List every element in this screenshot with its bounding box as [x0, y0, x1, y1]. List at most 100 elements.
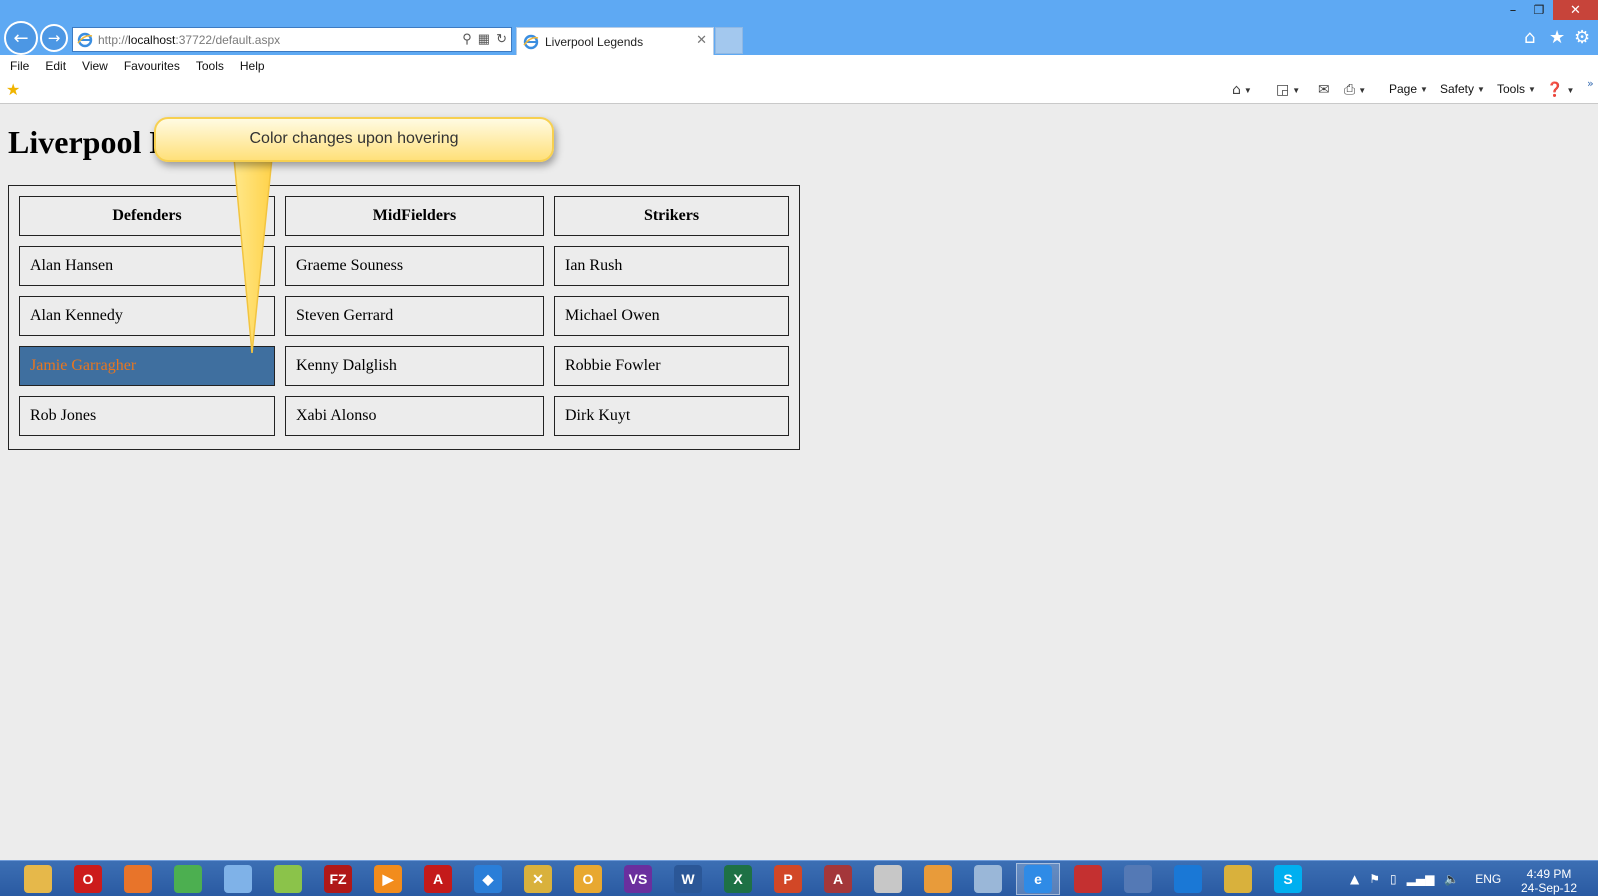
taskbar-app-paint[interactable]: [216, 863, 260, 895]
page-menu-label: Page: [1389, 82, 1418, 96]
clock-date: 24-Sep-12: [1520, 881, 1578, 895]
chevron-down-icon: ▼: [1477, 84, 1485, 94]
taskbar-app-palette[interactable]: [916, 863, 960, 895]
taskbar-app-filezilla[interactable]: FZ: [316, 863, 360, 895]
taskbar-app-adobe-reader[interactable]: A: [416, 863, 460, 895]
page-title: Liverpool Legends: [8, 124, 158, 160]
menu-view[interactable]: View: [82, 59, 108, 73]
media-player-icon: ▶: [374, 865, 402, 893]
page-menu[interactable]: Page ▼: [1389, 82, 1428, 96]
ie-page-icon: [77, 32, 93, 47]
language-indicator[interactable]: ENG: [1475, 872, 1501, 886]
taskbar-app-visual-studio[interactable]: VS: [616, 863, 660, 895]
show-hidden-icons-icon[interactable]: ▲: [1350, 872, 1359, 886]
device-icon[interactable]: ▯: [1390, 872, 1397, 886]
taskbar-app-snipping[interactable]: [1066, 863, 1110, 895]
taskbar-app-sketch-tool[interactable]: [266, 863, 310, 895]
adobe-reader-icon: A: [424, 865, 452, 893]
settings-gear-icon[interactable]: ⚙: [1574, 27, 1590, 48]
palette-icon: [924, 865, 952, 893]
table-cell[interactable]: Michael Owen: [554, 296, 789, 336]
taskbar-app-access[interactable]: A: [816, 863, 860, 895]
clock-time: 4:49 PM: [1526, 867, 1572, 881]
forward-arrow-icon: →: [47, 29, 61, 47]
table-cell[interactable]: Robbie Fowler: [554, 346, 789, 386]
taskbar-app-skype[interactable]: S: [1266, 863, 1310, 895]
read-mail-button[interactable]: ✉: [1318, 82, 1330, 98]
add-to-favorites-bar-icon[interactable]: ★: [6, 80, 20, 99]
menu-tools[interactable]: Tools: [196, 59, 224, 73]
chevron-down-icon: ▼: [1358, 85, 1367, 95]
players-table: Defenders MidFielders Strikers Alan Hans…: [8, 185, 800, 450]
tab-title: Liverpool Legends: [545, 34, 644, 49]
taskbar: O FZ ▶ A ◆ ✕ O VS W X P Ae S ▲ ⚑ ▯ ▂▄▆ 🔈 ENG 4:49 PM…: [0, 860, 1598, 896]
printer-icon: ⎙: [1344, 82, 1356, 98]
home-icon[interactable]: ⌂: [1524, 27, 1535, 48]
tab-liverpool-legends[interactable]: Liverpool Legends ✕: [516, 27, 714, 55]
table-cell[interactable]: Ian Rush: [554, 246, 789, 286]
system-tray: ▲ ⚑ ▯ ▂▄▆ 🔈 ENG: [1350, 861, 1501, 896]
taskbar-app-internet-explorer[interactable]: e: [1016, 863, 1060, 895]
table-cell[interactable]: Dirk Kuyt: [554, 396, 789, 436]
tools-menu[interactable]: Tools ▼: [1497, 82, 1536, 96]
outlook-icon: O: [574, 865, 602, 893]
new-tab-button[interactable]: [715, 27, 743, 54]
clock[interactable]: 4:49 PM 24-Sep-12: [1506, 867, 1592, 895]
taskbar-app-tools[interactable]: ✕: [516, 863, 560, 895]
table-cell[interactable]: Rob Jones: [19, 396, 275, 436]
forward-button[interactable]: →: [40, 24, 68, 52]
callout-text: Color changes upon hovering: [249, 130, 459, 147]
help-dropdown[interactable]: ❓ ▼: [1546, 82, 1574, 98]
url-text[interactable]: http://localhost:37722/default.aspx: [98, 33, 280, 47]
tab-close-icon[interactable]: ✕: [696, 33, 707, 48]
teamviewer-icon: [1174, 865, 1202, 893]
firefox-icon: [124, 865, 152, 893]
taskbar-app-excel[interactable]: X: [716, 863, 760, 895]
search-icon[interactable]: ⚲: [462, 31, 472, 47]
menu-favourites[interactable]: Favourites: [124, 59, 180, 73]
taskbar-app-chrome[interactable]: [166, 863, 210, 895]
feeds-dropdown[interactable]: ◲ ▼: [1276, 82, 1300, 98]
address-bar[interactable]: http://localhost:37722/default.aspx ⚲ ▦ …: [72, 27, 512, 52]
taskbar-app-build-tools[interactable]: [1216, 863, 1260, 895]
back-button[interactable]: ←: [4, 21, 38, 55]
more-commands-icon[interactable]: »: [1587, 77, 1594, 90]
menu-file[interactable]: File: [10, 59, 29, 73]
table-cell[interactable]: Kenny Dalglish: [285, 346, 544, 386]
compat-view-icon[interactable]: ▦: [478, 31, 490, 47]
print-dropdown[interactable]: ⎙ ▼: [1344, 82, 1366, 98]
taskbar-app-dropbox[interactable]: ◆: [466, 863, 510, 895]
network-signal-icon[interactable]: ▂▄▆: [1407, 872, 1435, 886]
flag-icon[interactable]: ⚑: [1369, 872, 1380, 886]
taskbar-app-notepad[interactable]: [866, 863, 910, 895]
chevron-down-icon: ▼: [1528, 84, 1536, 94]
taskbar-app-word[interactable]: W: [666, 863, 710, 895]
table-cell[interactable]: Steven Gerrard: [285, 296, 544, 336]
maximize-button[interactable]: ❐: [1526, 0, 1552, 20]
taskbar-app-teamviewer[interactable]: [1166, 863, 1210, 895]
internet-explorer-icon: e: [1024, 865, 1052, 893]
favorites-star-icon[interactable]: ★: [1549, 27, 1565, 48]
table-cell[interactable]: Xabi Alonso: [285, 396, 544, 436]
visual-studio-icon: VS: [624, 865, 652, 893]
powerpoint-icon: P: [774, 865, 802, 893]
taskbar-app-media-player[interactable]: ▶: [366, 863, 410, 895]
table-cell[interactable]: Graeme Souness: [285, 246, 544, 286]
taskbar-app-file-explorer[interactable]: [16, 863, 60, 895]
home-dropdown[interactable]: ⌂ ▼: [1232, 82, 1252, 98]
menu-help[interactable]: Help: [240, 59, 265, 73]
volume-icon[interactable]: 🔈: [1444, 872, 1459, 886]
taskbar-app-firefox[interactable]: [116, 863, 160, 895]
safety-menu-label: Safety: [1440, 82, 1475, 96]
file-explorer-icon: [24, 865, 52, 893]
taskbar-app-powerpoint[interactable]: P: [766, 863, 810, 895]
minimize-button[interactable]: –: [1500, 0, 1526, 20]
taskbar-app-outlook[interactable]: O: [566, 863, 610, 895]
close-window-button[interactable]: ✕: [1553, 0, 1598, 20]
taskbar-app-opera[interactable]: O: [66, 863, 110, 895]
safety-menu[interactable]: Safety ▼: [1440, 82, 1485, 96]
taskbar-app-tablet[interactable]: [1116, 863, 1160, 895]
refresh-icon[interactable]: ↻: [496, 31, 507, 47]
menu-edit[interactable]: Edit: [45, 59, 66, 73]
taskbar-app-network[interactable]: [966, 863, 1010, 895]
